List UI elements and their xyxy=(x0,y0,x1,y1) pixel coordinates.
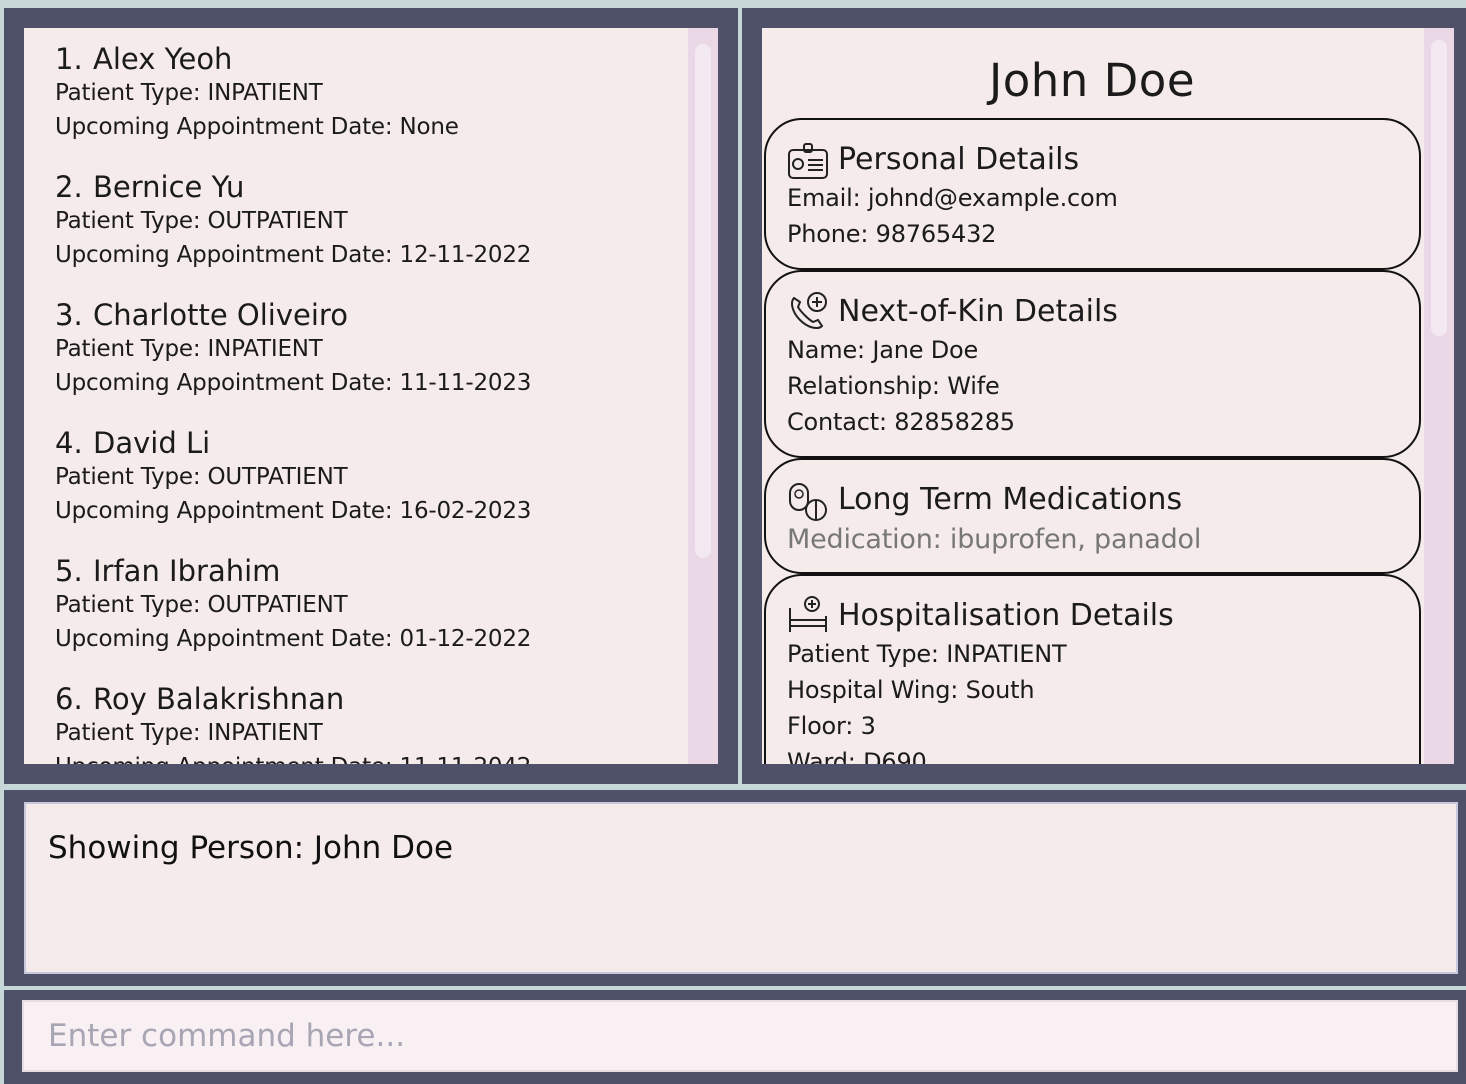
next-of-kin-card: Next-of-Kin Details Name: Jane Doe Relat… xyxy=(764,270,1421,458)
hospital-wing-value: Hospital Wing: South xyxy=(787,676,1035,704)
list-item[interactable]: 2. Bernice Yu Patient Type: OUTPATIENT Up… xyxy=(55,170,531,272)
list-item[interactable]: 1. Alex Yeoh Patient Type: INPATIENT Upco… xyxy=(55,42,459,144)
patient-name-text: Alex Yeoh xyxy=(93,42,233,76)
floor-value: Floor: 3 xyxy=(787,712,876,740)
list-index: 1. xyxy=(55,42,83,76)
kin-contact-value: Contact: 82858285 xyxy=(787,408,1015,436)
list-index: 6. xyxy=(55,682,83,716)
detail-scrollbar-thumb[interactable] xyxy=(1431,40,1447,336)
hospital-patient-type-value: Patient Type: INPATIENT xyxy=(787,640,1067,668)
email-value: Email: johnd@example.com xyxy=(787,184,1118,212)
patient-name-text: Bernice Yu xyxy=(93,170,245,204)
patient-name: 6. Roy Balakrishnan xyxy=(55,682,531,716)
phone-value: Phone: 98765432 xyxy=(787,220,997,248)
pills-icon xyxy=(789,483,827,521)
appointment-date: Upcoming Appointment Date: None xyxy=(55,114,459,140)
kin-relationship-value: Relationship: Wife xyxy=(787,372,1000,400)
list-scrollbar[interactable] xyxy=(688,28,718,764)
patient-name-text: Charlotte Oliveiro xyxy=(93,298,348,332)
kin-name-value: Name: Jane Doe xyxy=(787,336,979,364)
result-display-panel: Showing Person: John Doe xyxy=(4,790,1466,986)
patient-name: 4. David Li xyxy=(55,426,531,460)
appointment-date: Upcoming Appointment Date: 12-11-2022 xyxy=(55,242,532,268)
patient-list[interactable]: 1. Alex Yeoh Patient Type: INPATIENT Upco… xyxy=(24,28,718,764)
list-item[interactable]: 5. Irfan Ibrahim Patient Type: OUTPATIENT… xyxy=(55,554,531,656)
appointment-date: Upcoming Appointment Date: 16-02-2023 xyxy=(55,498,532,524)
detail-scrollbar[interactable] xyxy=(1424,28,1454,764)
next-of-kin-title: Next-of-Kin Details xyxy=(838,294,1118,329)
list-index: 3. xyxy=(55,298,83,332)
list-index: 2. xyxy=(55,170,83,204)
result-message: Showing Person: John Doe xyxy=(48,830,454,866)
patient-detail[interactable]: John Doe Personal Details Email: johnd@e… xyxy=(762,28,1454,764)
personal-details-title: Personal Details xyxy=(838,142,1080,177)
patient-type: Patient Type: OUTPATIENT xyxy=(55,208,348,234)
list-item[interactable]: 4. David Li Patient Type: OUTPATIENT Upco… xyxy=(55,426,531,528)
ward-value: Ward: D690 xyxy=(787,748,927,764)
patient-type: Patient Type: OUTPATIENT xyxy=(55,592,348,618)
patient-name: 2. Bernice Yu xyxy=(55,170,531,204)
personal-details-card: Personal Details Email: johnd@example.co… xyxy=(764,118,1421,270)
appointment-date: Upcoming Appointment Date: 01-12-2022 xyxy=(55,626,532,652)
patient-name: 1. Alex Yeoh xyxy=(55,42,459,76)
patient-name: 5. Irfan Ibrahim xyxy=(55,554,531,588)
medications-title: Long Term Medications xyxy=(838,482,1183,517)
list-scrollbar-thumb[interactable] xyxy=(695,44,711,558)
id-card-icon xyxy=(788,143,828,179)
medications-card: Long Term Medications Medication: ibupro… xyxy=(764,458,1421,574)
medication-value: Medication: ibuprofen, panadol xyxy=(787,524,1202,555)
list-item[interactable]: 3. Charlotte Oliveiro Patient Type: INPAT… xyxy=(55,298,531,400)
app-window: 1. Alex Yeoh Patient Type: INPATIENT Upco… xyxy=(0,0,1466,1084)
patient-list-panel: 1. Alex Yeoh Patient Type: INPATIENT Upco… xyxy=(4,8,738,784)
detail-patient-name: John Doe xyxy=(988,54,1196,107)
patient-type: Patient Type: INPATIENT xyxy=(55,720,323,746)
list-index: 5. xyxy=(55,554,83,588)
hospitalisation-card: Hospitalisation Details Patient Type: IN… xyxy=(764,574,1421,764)
patient-name: 3. Charlotte Oliveiro xyxy=(55,298,531,332)
list-item[interactable]: 6. Roy Balakrishnan Patient Type: INPATIE… xyxy=(55,682,531,764)
patient-name-text: Irfan Ibrahim xyxy=(93,554,281,588)
hospitalisation-title: Hospitalisation Details xyxy=(838,598,1174,633)
command-box-panel xyxy=(4,990,1466,1084)
patient-detail-panel: John Doe Personal Details Email: johnd@e… xyxy=(742,8,1466,784)
appointment-date: Upcoming Appointment Date: 11-11-2023 xyxy=(55,370,532,396)
result-display: Showing Person: John Doe xyxy=(24,802,1458,974)
list-index: 4. xyxy=(55,426,83,460)
patient-name-text: Roy Balakrishnan xyxy=(93,682,345,716)
command-input[interactable] xyxy=(22,1000,1458,1072)
patient-type: Patient Type: INPATIENT xyxy=(55,80,323,106)
patient-type: Patient Type: OUTPATIENT xyxy=(55,464,348,490)
appointment-date: Upcoming Appointment Date: 11-11-2042 xyxy=(55,750,531,764)
hospital-bed-icon xyxy=(789,596,827,632)
patient-type: Patient Type: INPATIENT xyxy=(55,336,323,362)
phone-medical-icon xyxy=(791,292,827,329)
patient-name-text: David Li xyxy=(93,426,211,460)
